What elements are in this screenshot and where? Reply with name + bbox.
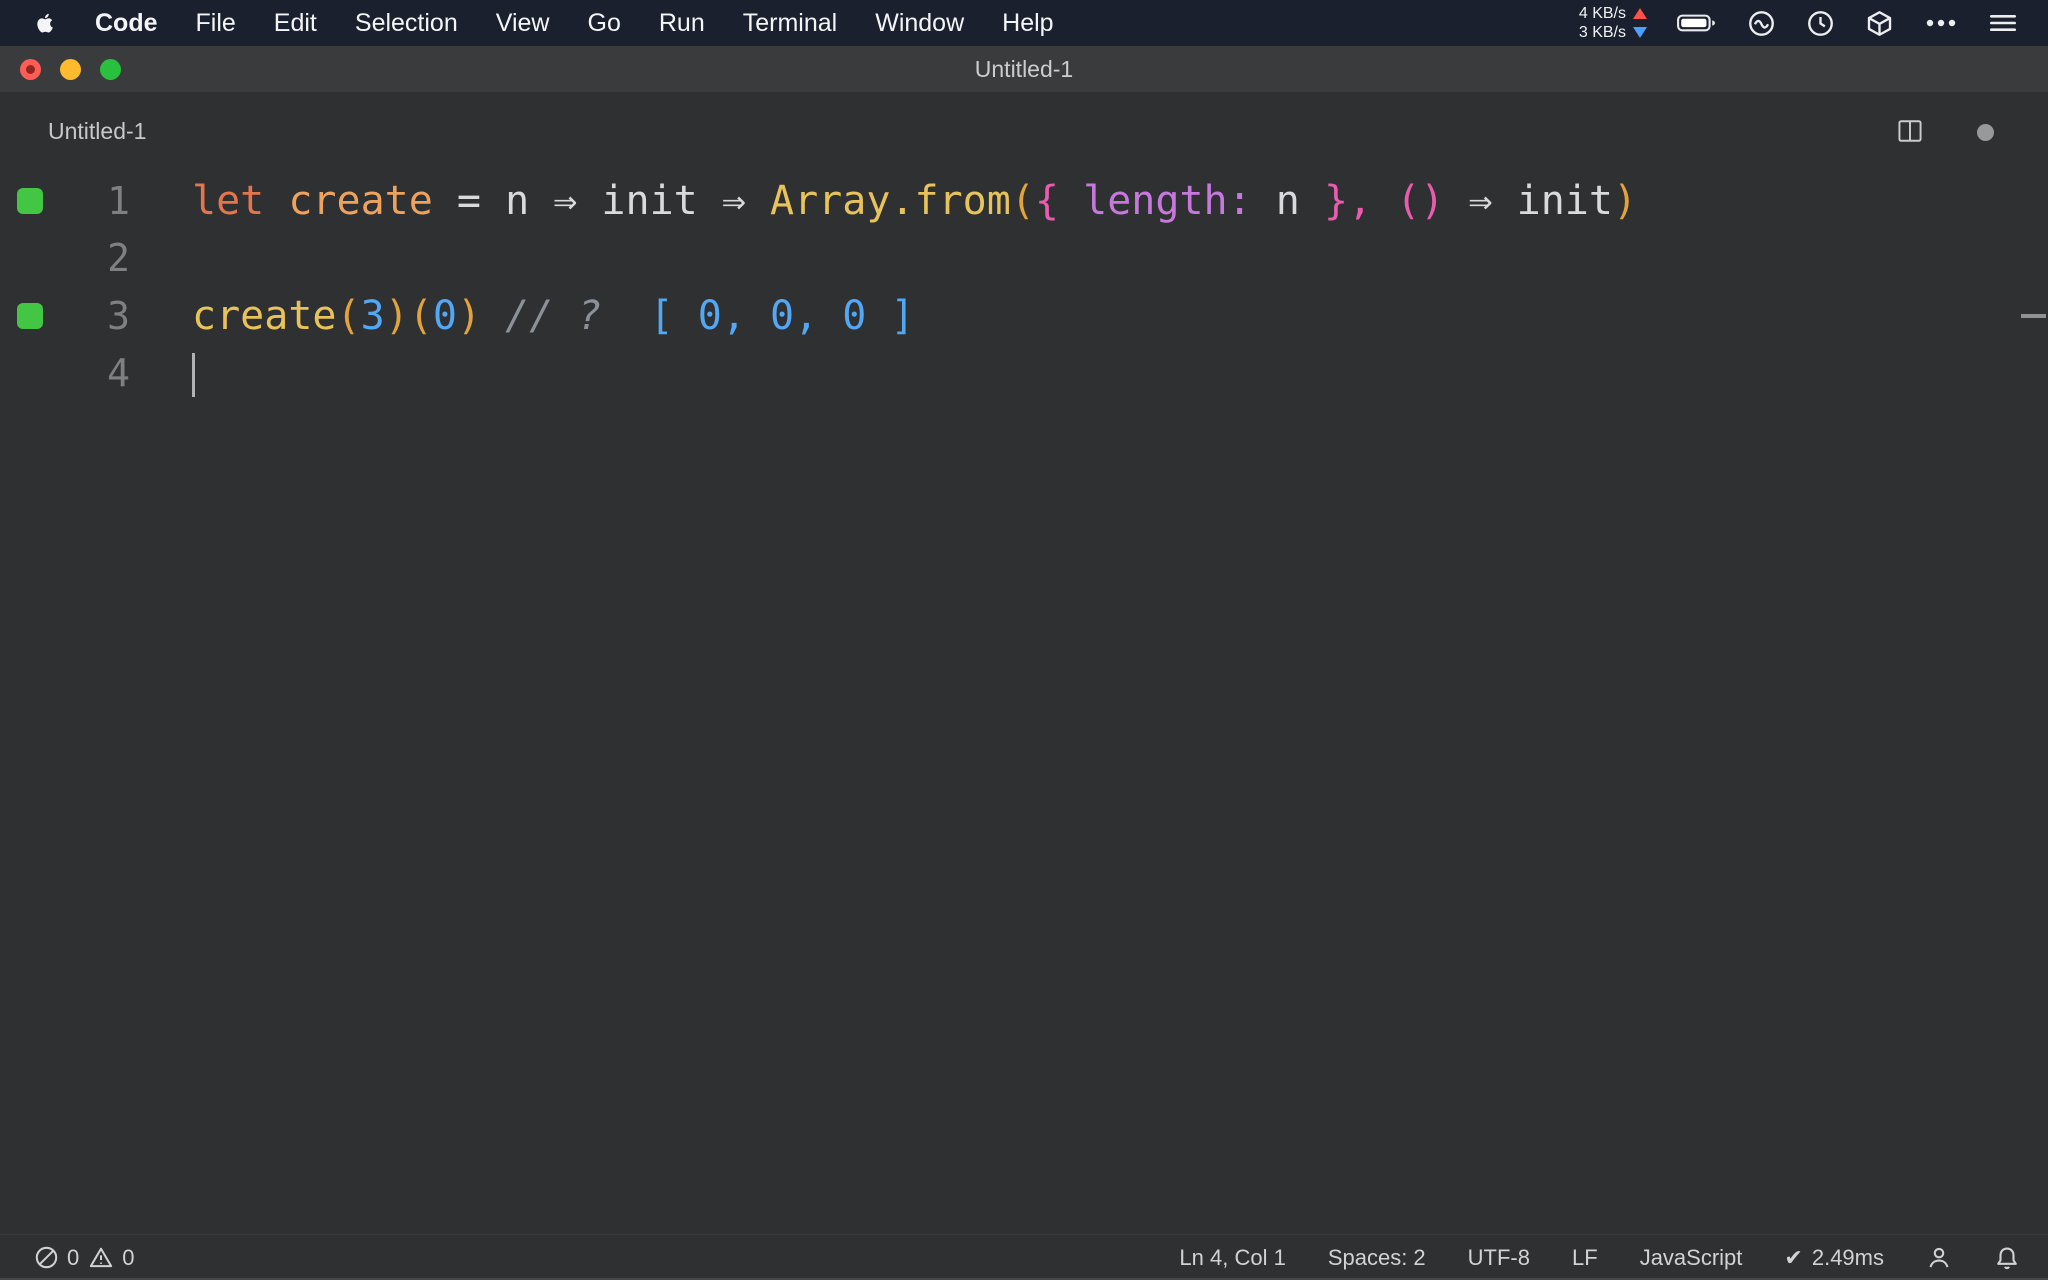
perf-time[interactable]: ✔ 2.49ms: [1784, 1245, 1884, 1271]
editor-tab-label: Untitled-1: [48, 118, 147, 144]
code-text[interactable]: let create = n ⇒ init ⇒ Array.from({ len…: [192, 178, 1637, 224]
upload-speed: 4 KB/s: [1578, 5, 1626, 22]
code-token: = n ⇒ init ⇒: [432, 177, 770, 224]
code-token: )(: [384, 292, 433, 339]
bell-icon[interactable]: [1994, 1245, 2020, 1271]
code-token: create: [192, 292, 337, 339]
code-token: 0: [432, 292, 457, 339]
code-text[interactable]: [192, 350, 195, 397]
warning-triangle-icon: [90, 1247, 113, 1268]
apple-menu[interactable]: [14, 10, 76, 36]
cube-icon[interactable]: [1865, 9, 1894, 38]
code-token: },: [1323, 177, 1373, 224]
code-editor[interactable]: 1 let create = n ⇒ init ⇒ Array.from({ le…: [0, 172, 2048, 1232]
menubar-status-items: 4 KB/s 3 KB/s: [1579, 4, 2034, 42]
download-speed: 3 KB/s: [1578, 24, 1626, 41]
code-lines: 1 let create = n ⇒ init ⇒ Array.from({ le…: [0, 172, 2048, 402]
errors-indicator[interactable]: 0: [34, 1245, 79, 1271]
code-token: n: [1251, 177, 1324, 224]
menu-item-edit[interactable]: Edit: [255, 0, 336, 46]
code-token: ): [456, 292, 482, 339]
code-token: 3: [360, 292, 385, 339]
menu-item-go[interactable]: Go: [569, 0, 640, 46]
menu-item-code[interactable]: Code: [76, 0, 177, 46]
warnings-indicator[interactable]: 0: [88, 1244, 135, 1271]
warning-count: 0: [122, 1244, 135, 1270]
status-language[interactable]: JavaScript: [1640, 1245, 1743, 1271]
coverage-marker-icon: [17, 302, 43, 329]
download-arrow-icon: [1633, 27, 1647, 38]
text-cursor: [192, 352, 195, 397]
battery-icon[interactable]: [1677, 13, 1717, 34]
error-circle-slash-icon: [35, 1246, 58, 1269]
code-token: // ?: [505, 292, 602, 339]
menubar-left: Code File Edit Selection View Go Run Ter…: [14, 0, 1073, 46]
status-indentation[interactable]: Spaces: 2: [1328, 1245, 1426, 1271]
line-number[interactable]: 2: [60, 236, 130, 280]
check-icon: ✔: [1784, 1244, 1803, 1270]
line-number[interactable]: 3: [60, 294, 130, 338]
ellipsis-icon[interactable]: [1924, 17, 1958, 29]
menubar: Code File Edit Selection View Go Run Ter…: [0, 0, 2048, 46]
code-token: Array.from: [770, 177, 1011, 224]
menu-item-file[interactable]: File: [177, 0, 255, 46]
code-token: (: [336, 292, 361, 339]
code-token: let: [192, 177, 265, 224]
zoom-button[interactable]: [100, 58, 121, 80]
upload-arrow-icon: [1633, 8, 1647, 19]
window-title: Untitled-1: [974, 55, 1074, 82]
clock-icon[interactable]: [1806, 9, 1835, 38]
menu-list-icon[interactable]: [1988, 12, 2018, 34]
code-line[interactable]: 1 let create = n ⇒ init ⇒ Array.from({ le…: [0, 172, 2048, 230]
line-number[interactable]: 4: [60, 351, 130, 395]
coverage-marker-icon: [17, 187, 43, 214]
line-number[interactable]: 1: [60, 179, 130, 223]
menu-item-window[interactable]: Window: [856, 0, 983, 46]
menu-item-terminal[interactable]: Terminal: [724, 0, 856, 46]
status-encoding[interactable]: UTF-8: [1468, 1245, 1530, 1271]
code-text[interactable]: create(3)(0) // ? [ 0, 0, 0 ]: [192, 293, 915, 339]
code-token: (: [1010, 177, 1035, 224]
apple-icon: [37, 13, 53, 33]
code-token: create: [288, 177, 433, 224]
status-cursor-position[interactable]: Ln 4, Col 1: [1179, 1245, 1285, 1271]
menu-item-run[interactable]: Run: [640, 0, 724, 46]
split-editor-icon[interactable]: [1896, 118, 1924, 149]
gutter-marker-column: [0, 187, 60, 214]
overview-ruler-mark: [2021, 314, 2046, 318]
network-speed-indicator[interactable]: 4 KB/s 3 KB/s: [1579, 4, 1647, 42]
code-token: length:: [1083, 177, 1252, 224]
error-count: 0: [67, 1244, 80, 1270]
menu-item-help[interactable]: Help: [983, 0, 1072, 46]
code-token: {: [1034, 177, 1060, 224]
menu-item-selection[interactable]: Selection: [336, 0, 477, 46]
unsaved-indicator-dot: [1977, 124, 1994, 141]
statusbar: 0 0 Ln 4, Col 1 Spaces: 2 UTF-8 LF JavaS…: [0, 1234, 2048, 1280]
gutter-marker-column: [0, 302, 60, 329]
code-token: ): [1612, 177, 1638, 224]
status-eol[interactable]: LF: [1572, 1245, 1598, 1271]
window-titlebar: Untitled-1: [0, 46, 2048, 92]
code-line[interactable]: 4: [0, 345, 2048, 403]
menu-item-view[interactable]: View: [477, 0, 569, 46]
code-token: ⇒ init: [1444, 177, 1613, 224]
code-token: [ 0, 0, 0 ]: [649, 292, 915, 339]
close-button[interactable]: [20, 58, 41, 80]
feedback-person-icon[interactable]: [1926, 1245, 1952, 1271]
swirl-icon[interactable]: [1747, 9, 1776, 38]
minimize-button[interactable]: [60, 58, 81, 80]
code-line[interactable]: 2: [0, 230, 2048, 288]
code-line[interactable]: 3 create(3)(0) // ? [ 0, 0, 0 ]: [0, 287, 2048, 345]
perf-time-value: 2.49ms: [1811, 1244, 1884, 1270]
code-token: (): [1396, 177, 1445, 224]
